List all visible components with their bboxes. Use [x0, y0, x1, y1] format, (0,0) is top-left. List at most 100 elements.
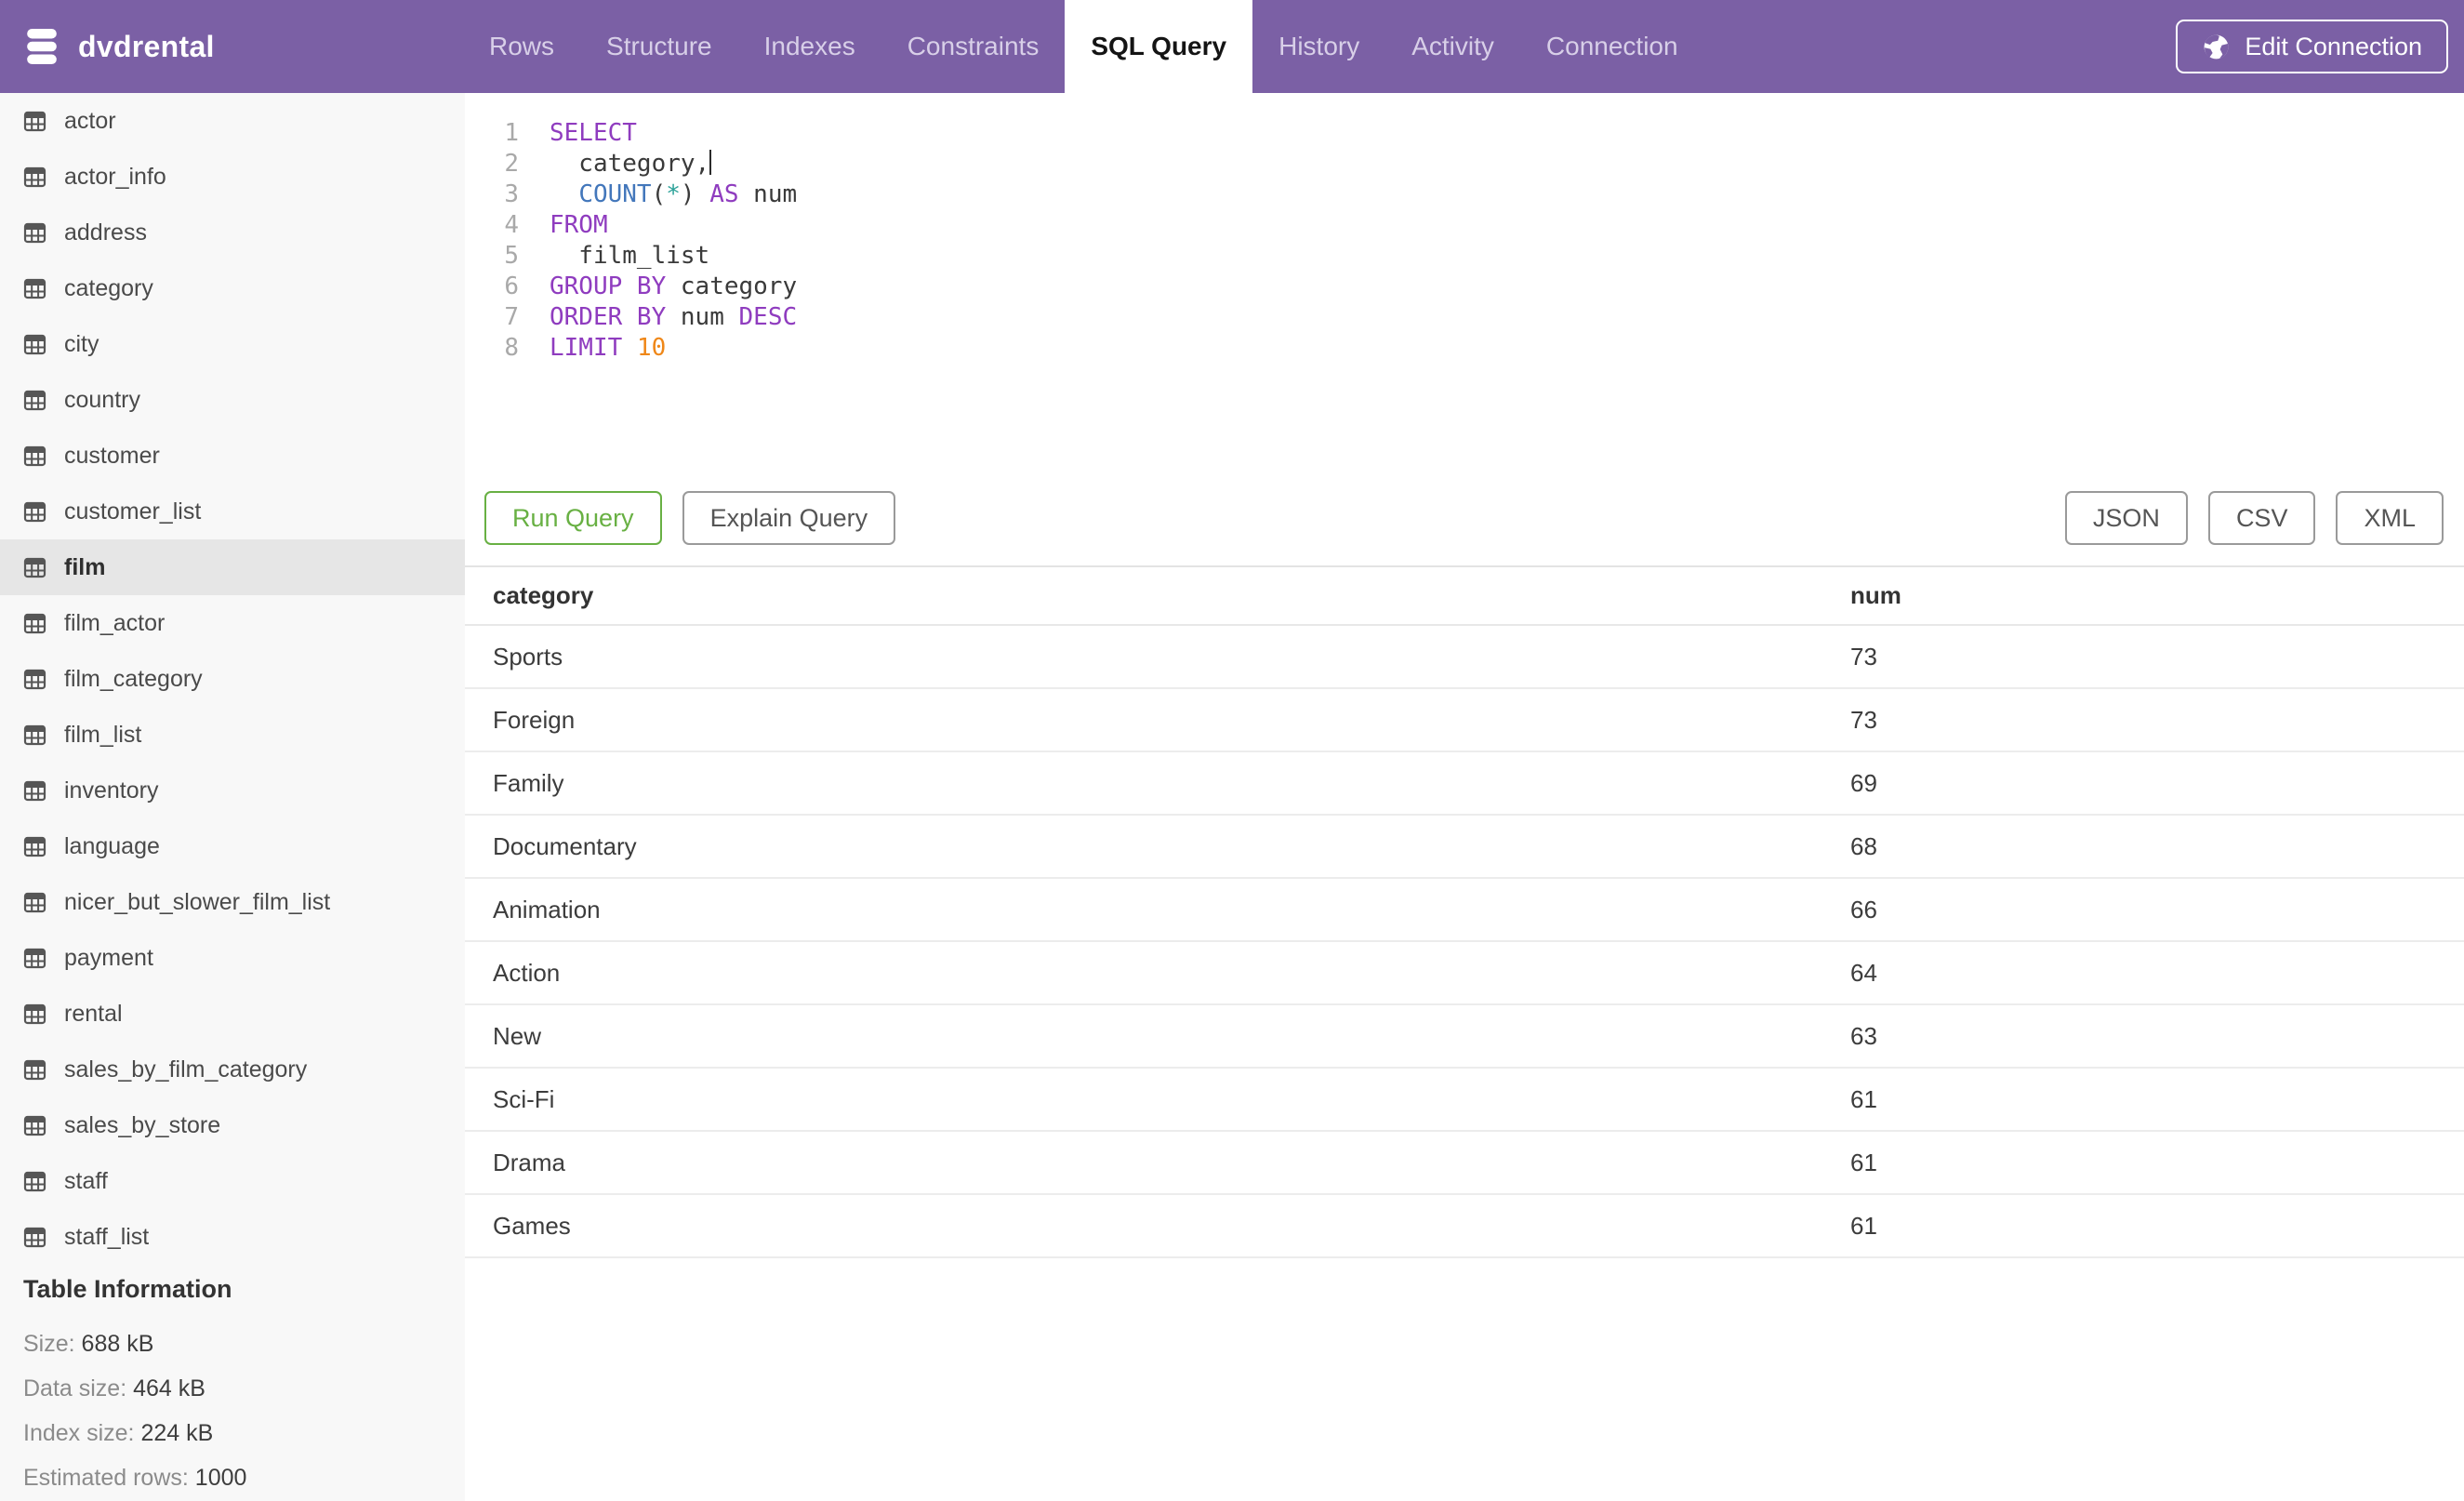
code-line: 2 category, — [465, 149, 2464, 179]
stat-value: 1000 — [194, 1465, 247, 1491]
table-grid-icon — [23, 613, 46, 634]
table-name: film_list — [64, 721, 142, 748]
table-name: language — [64, 832, 160, 859]
export-buttons: JSON CSV XML — [2064, 491, 2444, 545]
table-grid-icon — [23, 334, 46, 355]
cell-num: 64 — [1850, 958, 1877, 987]
table-grid-icon — [23, 724, 46, 746]
line-number: 6 — [504, 272, 519, 300]
code-token: ORDER BY — [550, 303, 667, 331]
explain-query-button[interactable]: Explain Query — [682, 491, 896, 545]
stat-label: Index size: — [23, 1420, 135, 1446]
export-button[interactable]: JSON — [2064, 491, 2188, 545]
globe-icon — [2202, 33, 2231, 61]
table-grid-icon — [23, 501, 46, 523]
stat-value: 688 kB — [81, 1331, 154, 1357]
sidebar-table-item[interactable]: country — [0, 372, 465, 428]
nav-tab[interactable]: SQL Query — [1065, 0, 1253, 93]
code-token: num — [666, 303, 739, 331]
sidebar-table-item[interactable]: payment — [0, 930, 465, 986]
database-icon — [24, 27, 60, 66]
nav-tab[interactable]: Indexes — [738, 0, 881, 93]
table-name: inventory — [64, 777, 159, 804]
code-text: SELECT — [550, 118, 637, 149]
code-token: ) — [680, 180, 695, 208]
nav-tab[interactable]: History — [1252, 0, 1385, 93]
column-header-num: num — [1850, 581, 1901, 609]
sidebar-table-item[interactable]: film_list — [0, 707, 465, 763]
sidebar-table-item[interactable]: rental — [0, 986, 465, 1042]
nav-tab[interactable]: Connection — [1520, 0, 1704, 93]
sidebar-table-item[interactable]: address — [0, 205, 465, 260]
sidebar-table-item[interactable]: actor_info — [0, 149, 465, 205]
cell-category: Sports — [493, 642, 563, 671]
sidebar-table-item[interactable]: city — [0, 316, 465, 372]
sidebar-table-item[interactable]: sales_by_store — [0, 1097, 465, 1153]
code-token: * — [666, 180, 681, 208]
code-text: ORDER BY num DESC — [550, 302, 797, 333]
cell-num: 61 — [1850, 1148, 1877, 1176]
sidebar-table-item[interactable]: film — [0, 539, 465, 595]
nav-tab[interactable]: Rows — [463, 0, 580, 93]
sidebar-table-item[interactable]: language — [0, 818, 465, 874]
export-button[interactable]: CSV — [2207, 491, 2316, 545]
code-line: 8 LIMIT 10 — [465, 333, 2464, 364]
sidebar-table-item[interactable]: category — [0, 260, 465, 316]
text-cursor — [709, 150, 712, 175]
cell-category: New — [493, 1021, 542, 1050]
code-text: FROM — [550, 210, 608, 241]
code-line: 6 GROUP BY category — [465, 272, 2464, 302]
table-grid-icon — [23, 1115, 46, 1136]
database-brand: dvdrental — [0, 0, 463, 93]
cell-category: Animation — [493, 895, 601, 923]
sidebar-table-item[interactable]: staff — [0, 1153, 465, 1209]
code-token: DESC — [738, 303, 798, 331]
stat-value: 464 kB — [133, 1375, 205, 1401]
table-row: Drama 61 — [465, 1131, 2464, 1194]
table-list: actor actor_info address category city c… — [0, 93, 465, 1265]
sidebar-table-item[interactable]: film_category — [0, 651, 465, 707]
stat-value: 224 kB — [140, 1420, 214, 1446]
table-info-stat: Data size: 464 kB — [23, 1375, 446, 1402]
sidebar-table-item[interactable]: actor — [0, 93, 465, 149]
line-number: 8 — [504, 334, 519, 362]
code-token: GROUP BY — [550, 272, 667, 300]
export-button[interactable]: XML — [2336, 491, 2444, 545]
table-info-stat: Estimated rows: 1000 — [23, 1464, 446, 1492]
sidebar-table-item[interactable]: staff_list — [0, 1209, 465, 1265]
table-name: film_category — [64, 665, 203, 692]
code-token: LIMIT — [550, 334, 623, 362]
cell-num: 61 — [1850, 1084, 1877, 1113]
line-number: 5 — [504, 242, 519, 270]
nav-tab[interactable]: Structure — [580, 0, 738, 93]
nav-tab[interactable]: Activity — [1385, 0, 1520, 93]
cell-category: Documentary — [493, 831, 637, 860]
table-name: rental — [64, 1000, 123, 1027]
app-window: dvdrental Rows Structure Indexes Constra… — [0, 0, 2464, 1501]
nav-tab[interactable]: Constraints — [881, 0, 1066, 93]
top-navigation-bar: dvdrental Rows Structure Indexes Constra… — [0, 0, 2464, 93]
sidebar-table-item[interactable]: nicer_but_slower_film_list — [0, 874, 465, 930]
line-number: 2 — [504, 150, 519, 178]
main-content: 1 SELECT 2 category, 3 COUNT(*) AS num 4… — [465, 93, 2464, 1501]
table-grid-icon — [23, 892, 46, 913]
sidebar-table-item[interactable]: customer_list — [0, 484, 465, 539]
code-token: ( — [651, 180, 667, 208]
results-table: category num Sports 73 Foreign 73 Family… — [465, 567, 2464, 1258]
line-number: 4 — [504, 211, 519, 239]
edit-connection-button[interactable]: Edit Connection — [2176, 20, 2448, 73]
sidebar-table-item[interactable]: sales_by_film_category — [0, 1042, 465, 1097]
sql-editor[interactable]: 1 SELECT 2 category, 3 COUNT(*) AS num 4… — [465, 93, 2464, 465]
sidebar-table-item[interactable]: inventory — [0, 763, 465, 818]
code-text: category, — [550, 149, 712, 179]
run-query-button[interactable]: Run Query — [484, 491, 662, 545]
cell-category: Action — [493, 958, 561, 987]
table-row: Documentary 68 — [465, 815, 2464, 878]
edit-connection-label: Edit Connection — [2245, 32, 2422, 60]
query-actions-bar: Run Query Explain Query JSON CSV XML — [465, 465, 2464, 567]
code-line: 1 SELECT — [465, 118, 2464, 149]
sidebar-table-item[interactable]: film_actor — [0, 595, 465, 651]
sidebar-table-item[interactable]: customer — [0, 428, 465, 484]
table-grid-icon — [23, 278, 46, 299]
